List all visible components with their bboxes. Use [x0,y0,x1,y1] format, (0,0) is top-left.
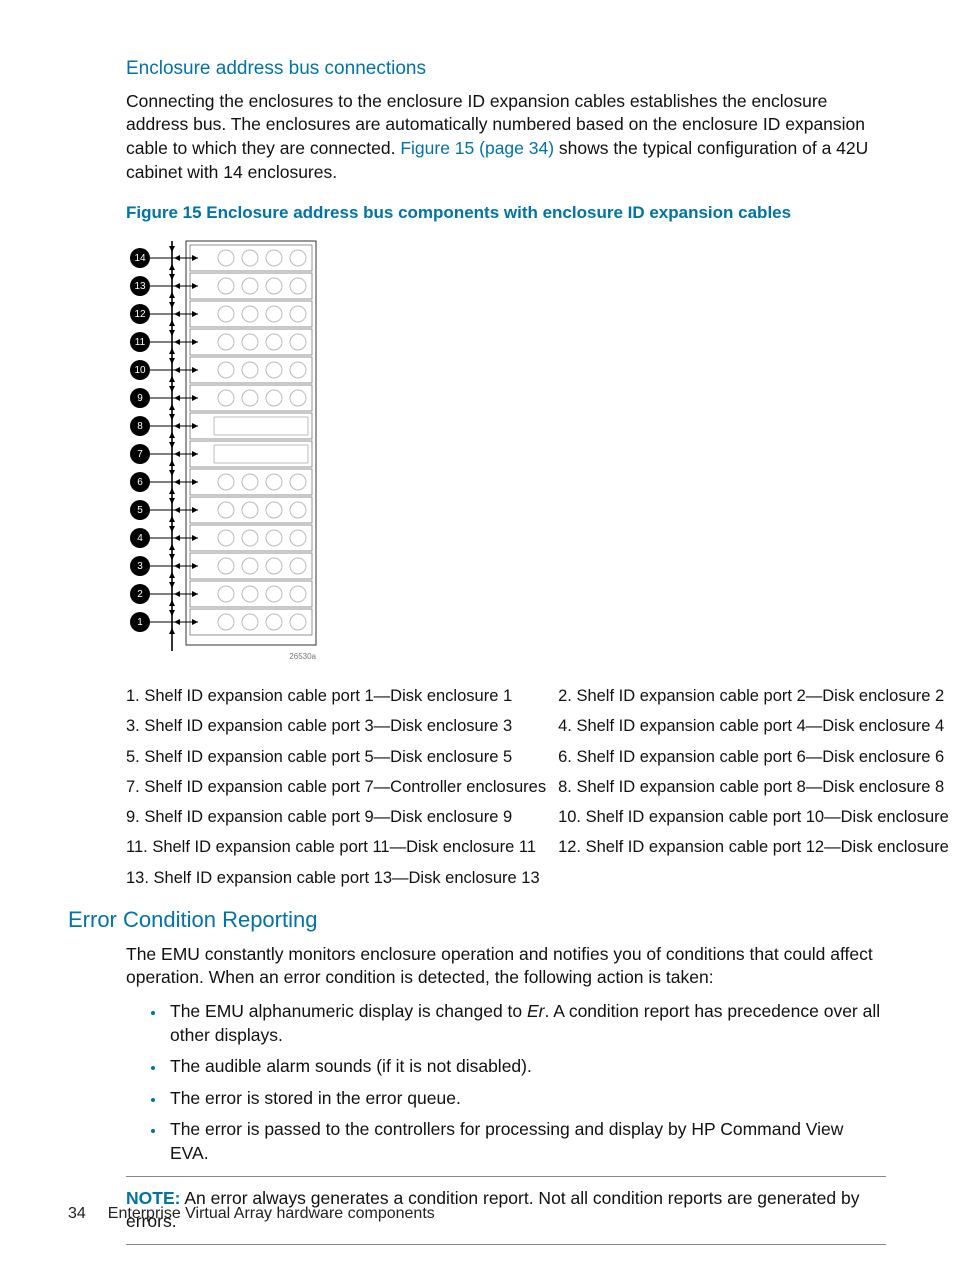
rack-diagram: 14 13 12 11 10 9 8 7 6 5 4 3 2 1 [126,235,326,665]
legend-item-12: 12. Shelf ID expansion cable port 12—Dis… [558,836,954,858]
legend-item-4: 4. Shelf ID expansion cable port 4—Disk … [558,715,954,737]
svg-text:9: 9 [137,393,143,404]
svg-text:6: 6 [137,477,143,488]
figure-caption: Figure 15 Enclosure address bus componen… [126,202,886,225]
figure-code: 26530a [289,652,316,661]
svg-text:11: 11 [135,337,146,348]
heading-enclosure-address-bus: Enclosure address bus connections [126,56,886,82]
svg-text:10: 10 [134,365,146,376]
legend-item-8: 8. Shelf ID expansion cable port 8—Disk … [558,776,954,798]
list-item: The error is passed to the controllers f… [166,1118,886,1165]
legend-item-11: 11. Shelf ID expansion cable port 11—Dis… [126,836,546,858]
text-italic: Er [527,1001,545,1021]
error-bullet-list: The EMU alphanumeric display is changed … [126,1000,886,1166]
legend-item-10: 10. Shelf ID expansion cable port 10—Dis… [558,806,954,828]
list-item: The audible alarm sounds (if it is not d… [166,1055,886,1079]
figure-legend: 1. Shelf ID expansion cable port 1—Disk … [126,685,886,889]
page: Enclosure address bus connections Connec… [0,0,954,1245]
svg-text:4: 4 [137,533,143,544]
intro-paragraph: Connecting the enclosures to the enclosu… [126,90,886,185]
list-item: The error is stored in the error queue. [166,1087,886,1111]
page-number: 34 [68,1205,86,1222]
page-footer: 34 Enterprise Virtual Array hardware comp… [68,1203,435,1225]
legend-item-2: 2. Shelf ID expansion cable port 2—Disk … [558,685,954,707]
legend-item-1: 1. Shelf ID expansion cable port 1—Disk … [126,685,546,707]
error-intro-paragraph: The EMU constantly monitors enclosure op… [126,943,886,990]
svg-text:3: 3 [137,561,143,572]
svg-text:1: 1 [137,617,143,628]
svg-text:12: 12 [134,309,146,320]
svg-text:14: 14 [134,253,146,264]
legend-item-7: 7. Shelf ID expansion cable port 7—Contr… [126,776,546,798]
heading-error-condition-reporting: Error Condition Reporting [68,905,886,935]
list-item: The EMU alphanumeric display is changed … [166,1000,886,1047]
svg-text:2: 2 [137,589,143,600]
legend-item-5: 5. Shelf ID expansion cable port 5—Disk … [126,746,546,768]
figure-15: 14 13 12 11 10 9 8 7 6 5 4 3 2 1 [126,235,886,665]
legend-item-3: 3. Shelf ID expansion cable port 3—Disk … [126,715,546,737]
legend-item-13: 13. Shelf ID expansion cable port 13—Dis… [126,867,546,889]
figure-crossref-link[interactable]: Figure 15 (page 34) [400,138,554,158]
footer-title: Enterprise Virtual Array hardware compon… [108,1205,435,1222]
svg-text:8: 8 [137,421,143,432]
svg-text:7: 7 [137,449,143,460]
legend-item-6: 6. Shelf ID expansion cable port 6—Disk … [558,746,954,768]
text: The EMU alphanumeric display is changed … [170,1001,527,1021]
svg-text:13: 13 [134,281,146,292]
svg-text:5: 5 [137,505,143,516]
legend-item-9: 9. Shelf ID expansion cable port 9—Disk … [126,806,546,828]
